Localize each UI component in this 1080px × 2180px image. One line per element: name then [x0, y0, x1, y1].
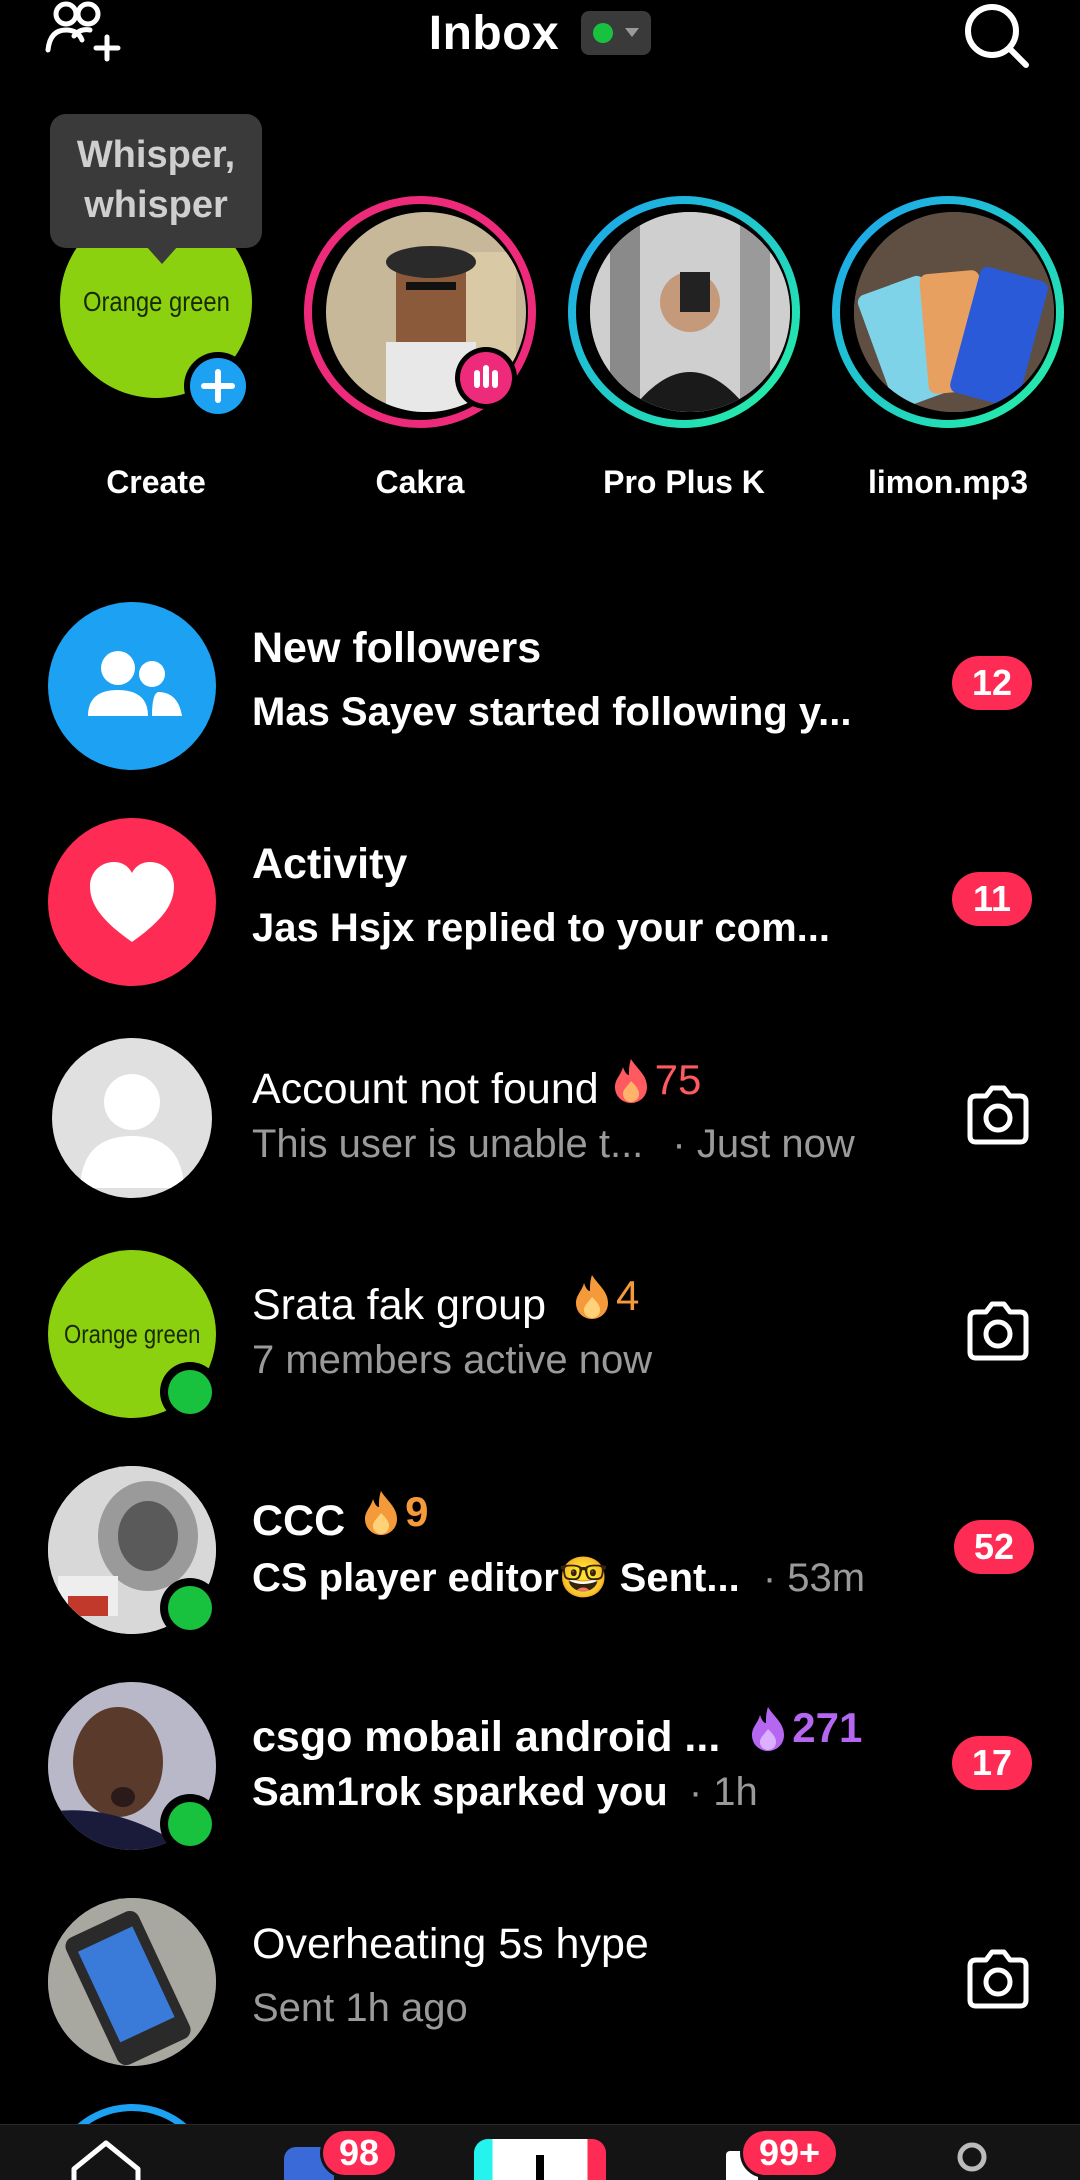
heart-icon	[90, 862, 174, 942]
item-title: Overheating 5s hype	[252, 1920, 649, 1968]
item-subtitle: CS player editor🤓 Sent... · 53m	[252, 1556, 866, 1600]
unread-badge: 17	[952, 1736, 1032, 1790]
avatar	[48, 818, 216, 986]
story-name: Cakra	[375, 464, 465, 500]
list-item-account-not-found[interactable]: Account not found 75 This user is unable…	[0, 1034, 1080, 1234]
search-icon	[965, 4, 1029, 68]
item-time: · 53m	[762, 1556, 866, 1600]
online-indicator	[160, 1578, 220, 1638]
item-time: · 1h	[688, 1770, 758, 1814]
list-item-new-followers[interactable]: New followers Mas Sayev started followin…	[0, 602, 1080, 802]
item-title: csgo mobail android ... 271	[252, 1704, 863, 1761]
story-name: Pro Plus K	[603, 464, 765, 500]
online-indicator	[160, 1362, 220, 1422]
streak: 9	[361, 1488, 429, 1536]
inbox-tab-badge: 99+	[740, 2128, 840, 2178]
unread-badge: 52	[954, 1520, 1034, 1574]
story-ring	[48, 2104, 216, 2124]
list-item-partial[interactable]	[48, 2104, 216, 2124]
item-title: CCC 9	[252, 1488, 429, 1545]
camera-icon	[967, 1085, 1029, 1145]
search-button[interactable]	[960, 0, 1032, 70]
list-item-ccc[interactable]: CCC 9 CS player editor🤓 Sent... · 53m 52	[0, 1466, 1080, 1666]
list-item-overheating-5s-hype[interactable]: Overheating 5s hype Sent 1h ago	[0, 1898, 1080, 2098]
story-pro-plus-k[interactable]: Pro Plus K	[564, 196, 804, 516]
bottom-tab-bar	[0, 2124, 1080, 2180]
profile-icon[interactable]	[950, 2141, 994, 2180]
item-title: New followers	[252, 624, 542, 672]
plus-icon	[536, 2155, 544, 2180]
online-status-dot	[593, 23, 614, 43]
item-subtitle: 7 members active now	[252, 1338, 653, 1382]
item-subtitle: Sam1rok sparked you · 1h	[252, 1770, 758, 1814]
item-subtitle: Mas Sayev started following y...	[252, 690, 852, 734]
avatar	[48, 602, 216, 770]
story-name: limon.mp3	[867, 464, 1028, 500]
fire-icon	[614, 1059, 647, 1103]
camera-button[interactable]	[960, 1942, 1036, 2018]
list-item-activity[interactable]: Activity Jas Hsjx replied to your com...…	[0, 818, 1080, 1018]
fire-icon	[365, 1491, 398, 1535]
list-item-srata-fak-group[interactable]: Orange green Srata fak group 4 7 members…	[0, 1250, 1080, 1450]
item-subtitle: This user is unable t... · Just now	[252, 1122, 855, 1166]
home-icon[interactable]	[66, 2139, 146, 2180]
online-indicator	[160, 1794, 220, 1854]
friends-tab-badge: 98	[320, 2128, 399, 2178]
item-title: Srata fak group 4	[252, 1272, 640, 1329]
tooltip: Whisper, whisper	[50, 114, 262, 264]
avatar	[854, 212, 1054, 412]
fire-icon	[576, 1275, 609, 1319]
default-avatar-icon	[80, 1074, 184, 1188]
header: Inbox	[0, 0, 1080, 70]
unread-badge: 12	[952, 656, 1032, 710]
unread-badge: 11	[952, 872, 1032, 926]
fire-icon	[752, 1707, 785, 1751]
create-button[interactable]	[474, 2139, 606, 2180]
camera-icon	[967, 1949, 1029, 2009]
story-limon-mp3[interactable]: limon.mp3	[828, 196, 1068, 516]
item-title: Activity	[252, 840, 408, 888]
streak: 271	[748, 1704, 862, 1752]
list-item-csgo-mobail[interactable]: csgo mobail android ... 271 Sam1rok spar…	[0, 1682, 1080, 1882]
item-time: · Just now	[672, 1122, 855, 1166]
online-status-toggle[interactable]	[581, 11, 652, 55]
live-audio-icon	[455, 347, 517, 409]
camera-icon	[967, 1301, 1029, 1361]
camera-button[interactable]	[960, 1294, 1036, 1370]
story-name: Create	[106, 464, 206, 500]
add-story-icon[interactable]	[182, 350, 254, 422]
avatar	[52, 1038, 212, 1198]
streak: 4	[572, 1272, 639, 1320]
item-subtitle: Jas Hsjx replied to your com...	[252, 906, 830, 950]
avatar	[590, 212, 790, 412]
item-title: Account not found 75	[252, 1056, 702, 1113]
people-icon	[88, 651, 182, 716]
streak: 75	[611, 1056, 701, 1104]
avatar	[48, 1898, 216, 2066]
item-subtitle: Sent 1h ago	[252, 1986, 468, 2030]
camera-button[interactable]	[960, 1078, 1036, 1154]
story-cakra[interactable]: Cakra	[300, 196, 540, 516]
chevron-down-icon	[625, 28, 640, 37]
page-title: Inbox	[428, 6, 560, 60]
